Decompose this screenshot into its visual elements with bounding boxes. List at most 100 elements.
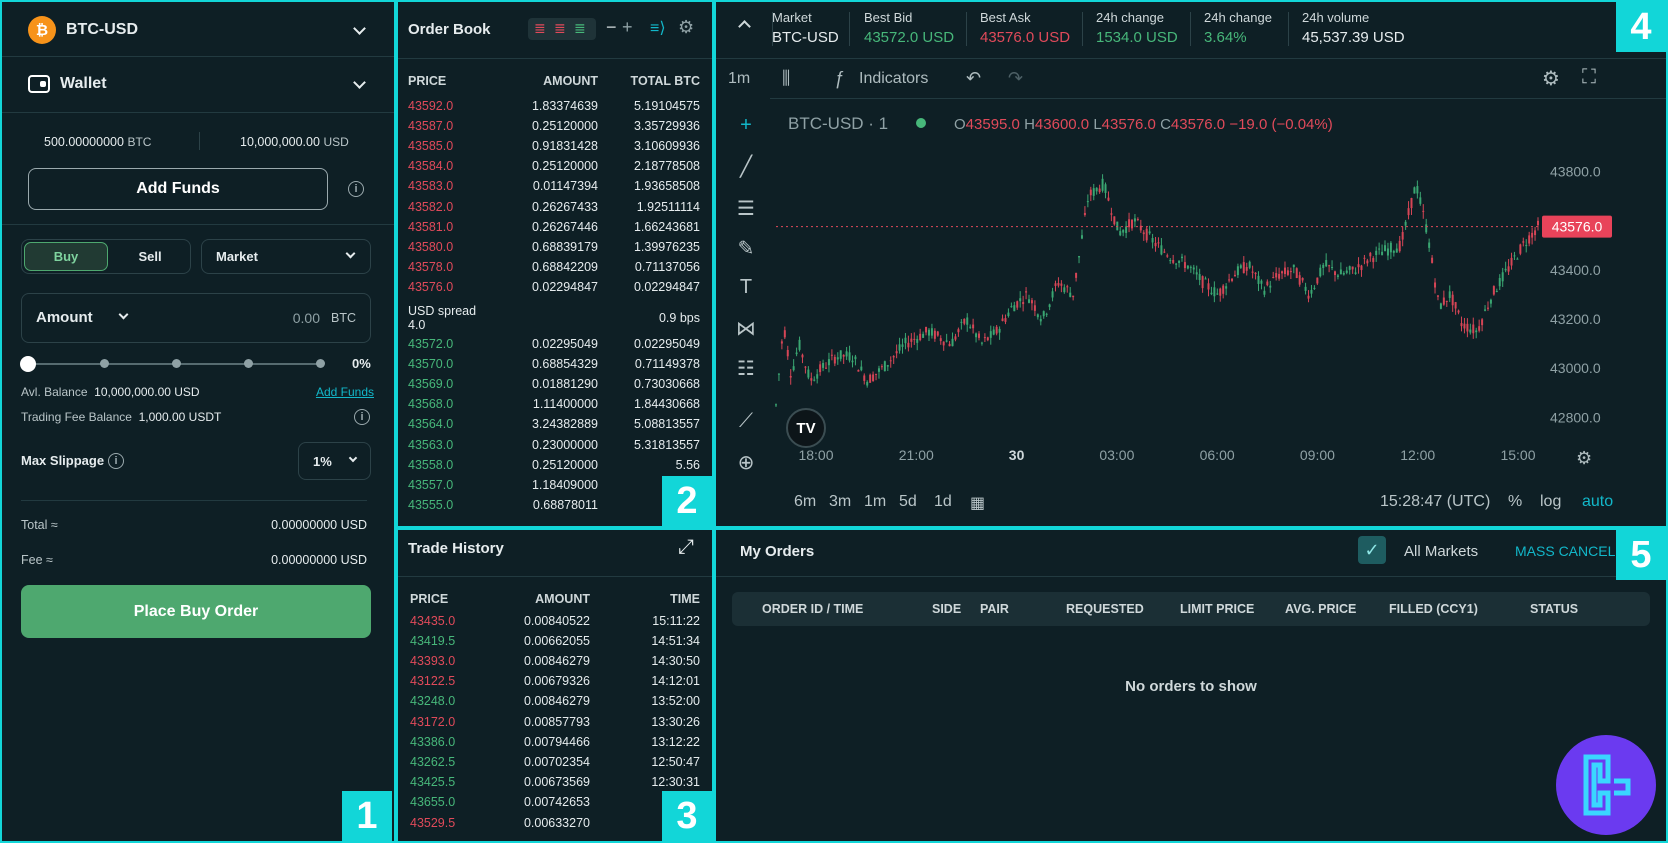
y-tick-label: 43400.0 <box>1550 262 1601 278</box>
all-markets-checkbox[interactable]: ✓ <box>1358 536 1386 564</box>
total-label: Total ≈ <box>21 518 58 532</box>
trade-row[interactable]: 43262.5 0.00702354 12:50:47 <box>410 751 704 772</box>
timeframe-3m[interactable]: 3m <box>829 493 851 511</box>
candle-body <box>1466 323 1469 332</box>
candle-body <box>1033 305 1036 311</box>
candle-body <box>1278 273 1281 279</box>
timeframe-1d[interactable]: 1d <box>934 493 952 511</box>
candle-body <box>807 369 810 378</box>
bid-row[interactable]: 43563.0 0.23000000 5.31813557 <box>408 434 704 455</box>
timeframe-6m[interactable]: 6m <box>794 493 816 511</box>
time-cell: 13:52:00 <box>651 694 700 709</box>
plus-icon[interactable]: + <box>622 17 633 38</box>
trade-row[interactable]: 43419.5 0.00662055 14:51:34 <box>410 630 704 651</box>
mass-cancel-button[interactable]: MASS CANCEL <box>1515 543 1615 559</box>
info-icon[interactable]: i <box>354 409 370 425</box>
trade-row[interactable]: 43172.0 0.00857793 13:30:26 <box>410 711 704 732</box>
trade-row[interactable]: 43248.0 0.00846279 13:52:00 <box>410 691 704 712</box>
bid-row[interactable]: 43572.0 0.02295049 0.02295049 <box>408 333 704 354</box>
trade-row[interactable]: 43122.5 0.00679326 14:12:01 <box>410 671 704 692</box>
minus-icon[interactable]: − <box>606 17 617 38</box>
ask-row[interactable]: 43576.0 0.02294847 0.02294847 <box>408 277 704 298</box>
trade-row[interactable]: 43393.0 0.00846279 14:30:50 <box>410 650 704 671</box>
add-funds-link[interactable]: Add Funds <box>316 385 374 399</box>
ask-row[interactable]: 43581.0 0.26267446 1.66243681 <box>408 216 704 237</box>
price-cell: 43583.0 <box>408 179 454 194</box>
price-axis[interactable] <box>1542 102 1668 462</box>
ask-row[interactable]: 43582.0 0.26267433 1.92511114 <box>408 196 704 217</box>
grouping-icon[interactable]: ≡⟩ <box>650 18 666 38</box>
trade-row[interactable]: 43425.5 0.00673569 12:30:31 <box>410 772 704 793</box>
candle-body <box>1298 275 1301 285</box>
price-cell: 43569.0 <box>408 376 454 391</box>
bid-row[interactable]: 43564.0 3.24382889 5.08813557 <box>408 414 704 435</box>
chevron-down-icon <box>345 248 356 259</box>
price-chart[interactable]: 43800.043600.043400.043200.043000.042800… <box>716 2 1668 528</box>
slider-handle[interactable] <box>20 356 36 372</box>
view-asks-icon[interactable]: ≣ <box>554 20 566 37</box>
candle-body <box>1257 275 1260 284</box>
chart-settings-icon[interactable]: ⚙ <box>1576 448 1592 469</box>
panel-number-badge: 5 <box>1616 530 1666 580</box>
percent-scale-button[interactable]: % <box>1508 493 1522 511</box>
ask-row[interactable]: 43578.0 0.68842209 0.71137056 <box>408 257 704 278</box>
candle-body <box>1183 262 1186 269</box>
bid-row[interactable]: 43558.0 0.25120000 5.56 <box>408 454 704 475</box>
gear-icon[interactable]: ⚙ <box>678 17 694 38</box>
trade-history-title: Trade History <box>408 540 504 557</box>
sell-tab[interactable]: Sell <box>112 242 188 271</box>
panel-number-badge: 1 <box>342 791 392 841</box>
ask-row[interactable]: 43585.0 0.91831428 3.10609936 <box>408 135 704 156</box>
timeframe-5d[interactable]: 5d <box>899 493 917 511</box>
ask-row[interactable]: 43584.0 0.25120000 2.18778508 <box>408 156 704 177</box>
add-funds-button[interactable]: Add Funds <box>28 168 328 210</box>
candle-body <box>1086 201 1089 203</box>
candle-body <box>1030 300 1033 304</box>
info-icon[interactable]: i <box>108 453 124 469</box>
view-both-icon[interactable]: ≣ <box>534 20 546 37</box>
amount-input[interactable]: Amount 0.00 BTC <box>21 293 371 343</box>
date-range-icon[interactable]: ▦ <box>970 493 985 513</box>
candle-body <box>801 354 804 358</box>
candle-body <box>1083 212 1086 216</box>
expand-icon[interactable]: ⤢ <box>678 536 694 559</box>
view-bids-icon[interactable]: ≣ <box>574 20 586 37</box>
auto-scale-button[interactable]: auto <box>1582 493 1613 511</box>
trade-row[interactable]: 43655.00.0074265312 <box>410 792 704 813</box>
log-scale-button[interactable]: log <box>1540 493 1561 511</box>
bid-row[interactable]: 43557.01.184090006.75 <box>408 474 704 495</box>
amount-cell: 0.00794466 <box>523 734 590 749</box>
trade-row[interactable]: 43386.0 0.00794466 13:12:22 <box>410 731 704 752</box>
slippage-select[interactable]: 1% <box>298 442 371 480</box>
trade-row[interactable]: 43529.50.0063327012 <box>410 812 704 833</box>
order-type-select[interactable]: Market <box>201 239 371 274</box>
candle-body <box>1275 273 1278 278</box>
bid-row[interactable]: 43569.0 0.01881290 0.73030668 <box>408 373 704 394</box>
candle-body <box>819 364 822 373</box>
candle-body <box>1063 287 1066 293</box>
candle-body <box>783 330 786 338</box>
ask-row[interactable]: 43592.0 1.83374639 5.19104575 <box>408 95 704 116</box>
candle-body <box>998 328 1001 333</box>
ask-row[interactable]: 43580.0 0.68839179 1.39976235 <box>408 236 704 257</box>
timeframe-1m[interactable]: 1m <box>864 493 886 511</box>
bid-row[interactable]: 43568.0 1.11400000 1.84430668 <box>408 394 704 415</box>
value-cell: 0.71137056 <box>634 260 700 275</box>
info-icon[interactable]: i <box>348 181 364 197</box>
candle-body <box>1160 245 1163 255</box>
amount-cell: 0.26267446 <box>531 219 598 234</box>
candle-body <box>1369 252 1372 257</box>
candle-body <box>1013 305 1016 312</box>
trade-row[interactable]: 43435.0 0.00840522 15:11:22 <box>410 610 704 631</box>
amount-slider[interactable] <box>20 356 325 372</box>
bid-row[interactable]: 43570.0 0.68854329 0.71149378 <box>408 353 704 374</box>
pair-selector[interactable]: ₿ BTC-USD <box>2 10 394 50</box>
bid-row[interactable]: 43555.00.688780117.44 <box>408 495 704 516</box>
wallet-selector[interactable]: Wallet <box>2 64 394 104</box>
place-buy-order-button[interactable]: Place Buy Order <box>21 585 371 638</box>
buy-tab[interactable]: Buy <box>24 242 108 271</box>
ask-row[interactable]: 43583.0 0.01147394 1.93658508 <box>408 176 704 197</box>
price-cell: 43570.0 <box>408 356 454 371</box>
amount-cell: 0.23000000 <box>531 437 598 452</box>
ask-row[interactable]: 43587.0 0.25120000 3.35729936 <box>408 115 704 136</box>
